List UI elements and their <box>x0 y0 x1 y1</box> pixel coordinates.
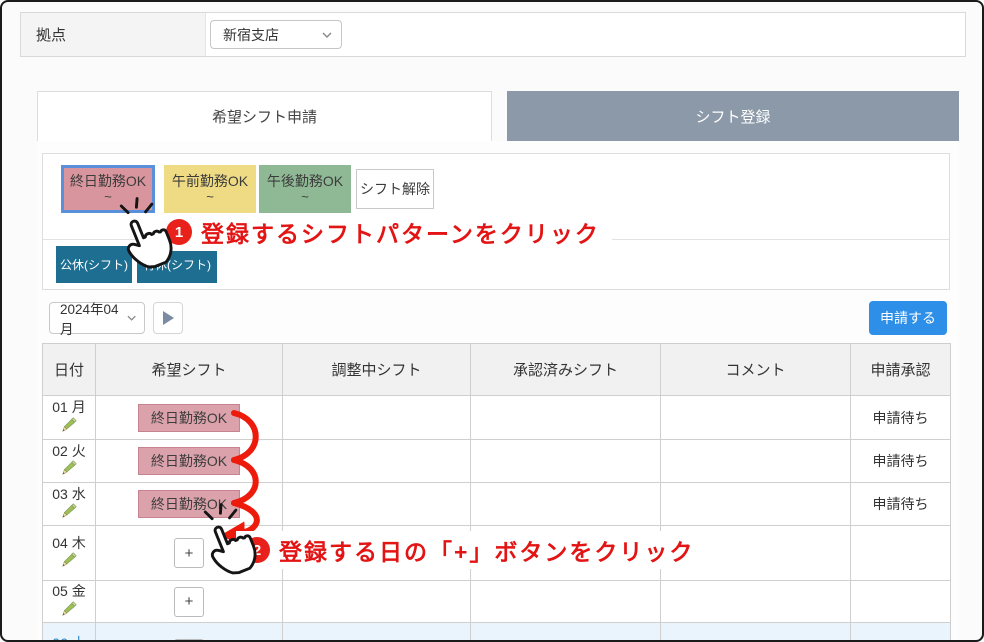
pattern-afternoon-button[interactable]: 午後勤務OK ~ <box>259 165 351 213</box>
annotation-step-2: 2 登録する日の「+」ボタンをクリック <box>236 531 706 569</box>
pattern-label: シフト解除 <box>360 181 430 197</box>
paid-holiday-button[interactable]: 有休(シフト) <box>137 246 217 283</box>
pattern-full-day-button[interactable]: 終日勤務OK ~ <box>61 165 155 213</box>
pattern-clear-button[interactable]: シフト解除 <box>356 169 434 209</box>
location-dropdown-value: 新宿支店 <box>223 25 279 45</box>
date-label: 04 木 <box>43 535 95 553</box>
step-1-badge: 1 <box>166 219 192 245</box>
location-bar: 拠点 新宿支店 <box>20 12 966 57</box>
pattern-label: 午後勤務OK <box>267 173 343 189</box>
pencil-icon[interactable] <box>62 552 77 567</box>
date-label: 05 金 <box>43 583 95 601</box>
month-dropdown[interactable]: 2024年04月 <box>49 302 145 334</box>
table-row: 01 月 終日勤務OK 申請待ち <box>43 396 951 440</box>
approval-status: 申請待ち <box>851 440 951 483</box>
col-desired-shift: 希望シフト <box>96 344 283 396</box>
add-shift-button[interactable]: + <box>174 538 204 568</box>
step-1-text: 登録するシフトパターンをクリック <box>201 215 600 249</box>
shift-badge[interactable]: 終日勤務OK <box>138 490 240 518</box>
next-month-button[interactable] <box>153 302 183 334</box>
table-row: 02 火 終日勤務OK 申請待ち <box>43 440 951 483</box>
annotation-step-1: 1 登録するシフトパターンをクリック <box>158 213 612 251</box>
app-window: 拠点 新宿支店 希望シフト申請 シフト登録 終日勤務OK ~ 午前勤務OK ~ … <box>0 0 984 642</box>
table-header-row: 日付 希望シフト 調整中シフト 承認済みシフト コメント 申請承認 <box>43 344 951 396</box>
pencil-icon[interactable] <box>62 601 77 616</box>
pattern-label: 終日勤務OK <box>70 173 146 189</box>
public-holiday-button[interactable]: 公休(シフト) <box>56 246 132 283</box>
pattern-sub: ~ <box>206 190 214 205</box>
col-comment: コメント <box>661 344 851 396</box>
pattern-label: 午前勤務OK <box>172 173 248 189</box>
shift-table: 日付 希望シフト 調整中シフト 承認済みシフト コメント 申請承認 01 月 終… <box>42 343 951 642</box>
pencil-icon[interactable] <box>62 503 77 518</box>
tab-shift-request[interactable]: 希望シフト申請 <box>37 91 492 141</box>
approval-status <box>851 581 951 623</box>
approval-status: 申請待ち <box>851 483 951 526</box>
table-row: 03 水 終日勤務OK 申請待ち <box>43 483 951 526</box>
approval-status <box>851 526 951 581</box>
apply-button[interactable]: 申請する <box>869 301 947 335</box>
location-label: 拠点 <box>21 13 206 56</box>
col-adjusting-shift: 調整中シフト <box>283 344 471 396</box>
col-approval: 申請承認 <box>851 344 951 396</box>
table-row: 05 金 + <box>43 581 951 623</box>
pattern-sub: ~ <box>301 190 309 205</box>
table-row-weekend: 06 土 + <box>43 623 951 642</box>
chevron-down-icon <box>127 315 136 321</box>
step-2-text: 登録する日の「+」ボタンをクリック <box>279 533 694 567</box>
add-shift-button[interactable]: + <box>174 587 204 617</box>
pattern-morning-button[interactable]: 午前勤務OK ~ <box>164 165 256 213</box>
month-dropdown-value: 2024年04月 <box>60 298 127 338</box>
pencil-icon[interactable] <box>62 417 77 432</box>
date-label: 06 土 <box>43 635 95 642</box>
chevron-down-icon <box>322 32 332 38</box>
date-label: 02 火 <box>43 443 95 461</box>
col-approved-shift: 承認済みシフト <box>471 344 661 396</box>
col-date: 日付 <box>43 344 96 396</box>
tab-shift-register[interactable]: シフト登録 <box>507 91 959 141</box>
pencil-icon[interactable] <box>62 460 77 475</box>
add-shift-button[interactable]: + <box>174 639 204 642</box>
step-2-badge: 2 <box>244 537 270 563</box>
shift-badge[interactable]: 終日勤務OK <box>138 404 240 432</box>
approval-status <box>851 623 951 642</box>
play-triangle-icon <box>163 311 174 325</box>
approval-status: 申請待ち <box>851 396 951 440</box>
date-label: 03 水 <box>43 486 95 504</box>
pattern-sub: ~ <box>104 190 112 205</box>
shift-badge[interactable]: 終日勤務OK <box>138 447 240 475</box>
date-label: 01 月 <box>43 399 95 417</box>
location-dropdown[interactable]: 新宿支店 <box>210 20 342 49</box>
